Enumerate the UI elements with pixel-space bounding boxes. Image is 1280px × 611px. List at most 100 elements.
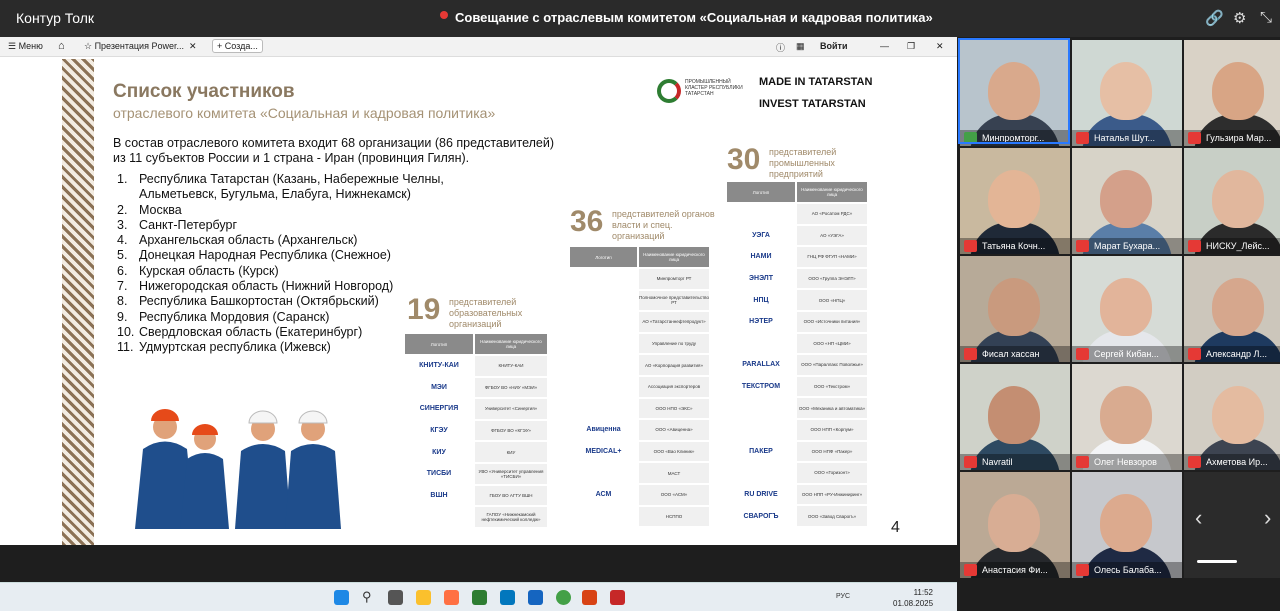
yandex-icon[interactable]: [444, 590, 459, 605]
chevron-left-icon[interactable]: ‹: [1195, 505, 1202, 531]
presentation-slide: Список участников отраслевого комитета «…: [45, 57, 913, 545]
mic-muted-icon: [1076, 348, 1089, 360]
org-logo: [727, 333, 795, 354]
org-name: ООО «НПЦ»: [797, 290, 867, 310]
meeting-title: Совещание с отраслевым комитетом «Социал…: [455, 10, 933, 25]
table-row: RU DRIVE ООО НПП «РУ-Инжиниринг»: [727, 484, 869, 505]
link-icon[interactable]: 🔗: [1205, 9, 1224, 27]
mic-muted-icon: [1076, 456, 1089, 468]
app-icon[interactable]: [472, 590, 487, 605]
new-tab-button[interactable]: + Созда...: [212, 39, 263, 53]
org-logo: [570, 376, 637, 397]
pdf-icon[interactable]: [610, 590, 625, 605]
mic-muted-icon: [1188, 456, 1201, 468]
minimize-icon[interactable]: —: [880, 41, 889, 51]
table-row: СВАРОГЪ ООО «Завод Сварогъ»: [727, 506, 869, 526]
org-logo: [570, 333, 637, 354]
restore-icon[interactable]: ❐: [907, 41, 915, 52]
search-icon[interactable]: ⚲: [362, 589, 377, 604]
signin-button[interactable]: Войти: [820, 41, 847, 51]
participant-tile[interactable]: Ахметова Ир...: [1184, 364, 1280, 470]
table-row: НАМИ ГНЦ РФ ФГУП «НАМИ»: [727, 247, 869, 267]
clock-date: 01.08.2025: [893, 599, 934, 608]
region-item: 11. Удмуртская республика (Ижевск): [117, 340, 444, 355]
tab-presentation[interactable]: ☆ Презентация Power... ✕: [84, 41, 197, 52]
participant-tile[interactable]: Олесь Балаба...: [1072, 472, 1182, 578]
regions-list: 1. Республика Татарстан (Казань, Набережн…: [117, 172, 444, 356]
tab-label: Презентация Power...: [94, 41, 184, 51]
mic-muted-icon: [1188, 240, 1201, 252]
participant-tile[interactable]: Гульзира Мар...: [1184, 40, 1280, 146]
region-number: 7.: [117, 279, 128, 294]
table-row: КИУ КИУ: [405, 442, 549, 462]
cluster-logo-text: ПРОМЫШЛЕННЫЙ КЛАСТЕР РЕСПУБЛИКИ ТАТАРСТА…: [685, 79, 743, 97]
group-industry-count: 30: [727, 143, 761, 176]
table-row: Ассоциация экспортеров: [570, 376, 711, 397]
participant-tile[interactable]: Фисал хассан: [960, 256, 1070, 362]
outlook-icon[interactable]: [500, 590, 515, 605]
org-logo: ПАКЕР: [727, 441, 795, 462]
participant-face: [988, 494, 1040, 552]
region-text: Архангельская область (Архангельск): [139, 233, 358, 248]
table-row: Полномочное представительство РТ: [570, 290, 711, 311]
org-name: АО «Корпорация развития»: [639, 355, 709, 375]
org-name: Управление по труду: [639, 333, 709, 354]
active-speaker-frame: [958, 38, 1070, 144]
chevron-right-icon[interactable]: ›: [1264, 505, 1271, 531]
org-logo: [727, 204, 795, 224]
org-name: Минпромторг РТ: [639, 269, 709, 289]
table-row: Минпромторг РТ: [570, 269, 711, 289]
participant-tile[interactable]: Татьяна Кочн...: [960, 148, 1070, 254]
close-icon[interactable]: ✕: [936, 41, 944, 52]
chrome-icon[interactable]: [556, 590, 571, 605]
mic-muted-icon: [964, 348, 977, 360]
group-education-label: представителей образовательных организац…: [449, 297, 523, 329]
participant-tile[interactable]: Navratil: [960, 364, 1070, 470]
participant-tile[interactable]: Сергей Кибан...: [1072, 256, 1182, 362]
screen-share: ☰ Меню ⌂ ☆ Презентация Power... ✕ + Созд…: [0, 37, 957, 611]
org-logo: [570, 506, 637, 527]
menu-button[interactable]: ☰ Меню: [8, 41, 43, 52]
org-name: ООО НПП «Корпум»: [797, 419, 867, 440]
col-logo-header: Логотип: [570, 247, 637, 267]
org-logo: НПЦ: [727, 290, 795, 310]
table-row: УЭГА АО «УЭГА»: [727, 225, 869, 246]
org-logo: ТЕКСТРОМ: [727, 376, 795, 397]
apps-icon[interactable]: ▦: [796, 41, 805, 52]
region-item: 4. Архангельская область (Архангельск): [117, 233, 444, 248]
participant-tile[interactable]: Олег Невзоров: [1072, 364, 1182, 470]
participant-face: [1100, 170, 1152, 228]
task-view-icon[interactable]: [388, 590, 403, 605]
table-government: Логотип Наименование юридического лица Мин…: [570, 247, 711, 527]
fullscreen-icon[interactable]: ⤡: [1260, 9, 1272, 26]
org-name: АО «Татарстаннефтепродукт»: [639, 312, 709, 332]
page-indicator: [1197, 560, 1237, 563]
table-row: ООО НПО «ЭКС»: [570, 398, 711, 419]
org-name: УВО «Университет управления «ТИСБИ»: [475, 463, 547, 484]
mic-muted-icon: [1076, 564, 1089, 576]
help-icon[interactable]: ⓘ: [776, 41, 785, 54]
home-icon[interactable]: ⌂: [58, 40, 65, 52]
participant-tile[interactable]: Анастасия Фи...: [960, 472, 1070, 578]
org-name: МАСТ: [639, 463, 709, 483]
participant-tile[interactable]: Александр Л...: [1184, 256, 1280, 362]
org-name: ООО «Источники питания»: [797, 311, 867, 332]
org-name: ООО «Вао Клиник»: [639, 441, 709, 462]
region-text: Республика Татарстан (Казань, Набережные…: [139, 172, 444, 186]
participant-tile[interactable]: Наталья Шут...: [1072, 40, 1182, 146]
windows-start-icon[interactable]: [334, 590, 349, 605]
participant-tile[interactable]: НИСКУ_Лейс...: [1184, 148, 1280, 254]
powerpoint-icon[interactable]: [582, 590, 597, 605]
explorer-icon[interactable]: [416, 590, 431, 605]
participant-tile[interactable]: Марат Бухара...: [1072, 148, 1182, 254]
org-name: ООО «Механика и автоматика»: [797, 398, 867, 418]
col-logo-header: Логотип: [727, 182, 795, 202]
region-number: 9.: [117, 309, 128, 324]
table-row: МАСТ: [570, 463, 711, 483]
region-number: 3.: [117, 217, 128, 232]
table-row: СИНЕРГИЯ Университет «Синергия»: [405, 399, 549, 419]
language-indicator[interactable]: РУС: [836, 593, 850, 600]
word-icon[interactable]: [528, 590, 543, 605]
org-logo: [570, 269, 637, 289]
gear-icon[interactable]: ⚙: [1233, 9, 1246, 27]
